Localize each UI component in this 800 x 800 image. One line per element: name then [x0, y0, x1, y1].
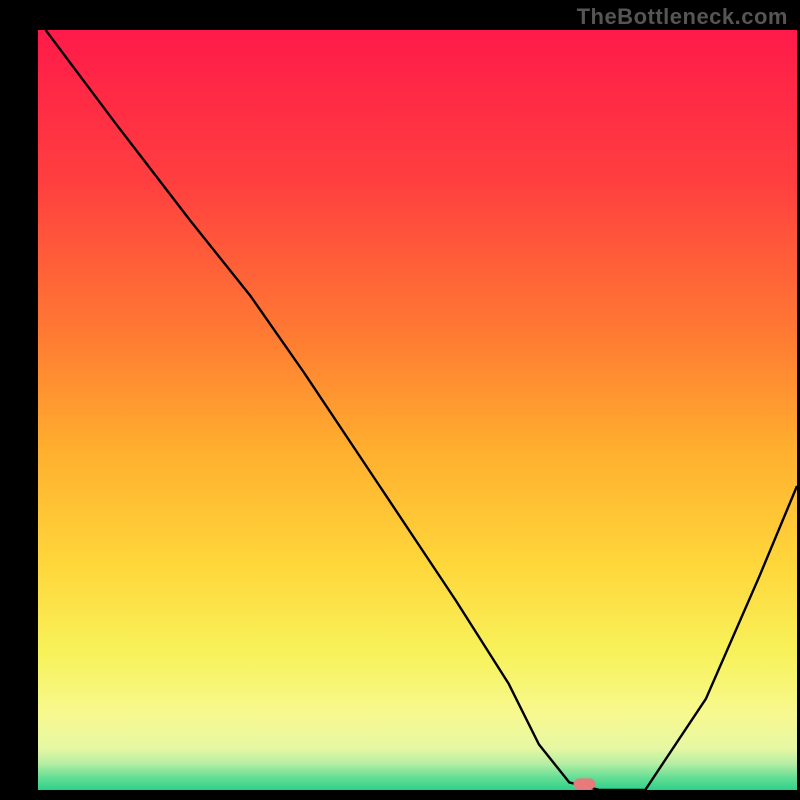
watermark-text: TheBottleneck.com — [577, 4, 788, 30]
bottleneck-chart — [0, 0, 800, 800]
chart-frame: TheBottleneck.com — [0, 0, 800, 800]
optimal-marker — [574, 778, 596, 789]
plot-background — [38, 30, 797, 790]
